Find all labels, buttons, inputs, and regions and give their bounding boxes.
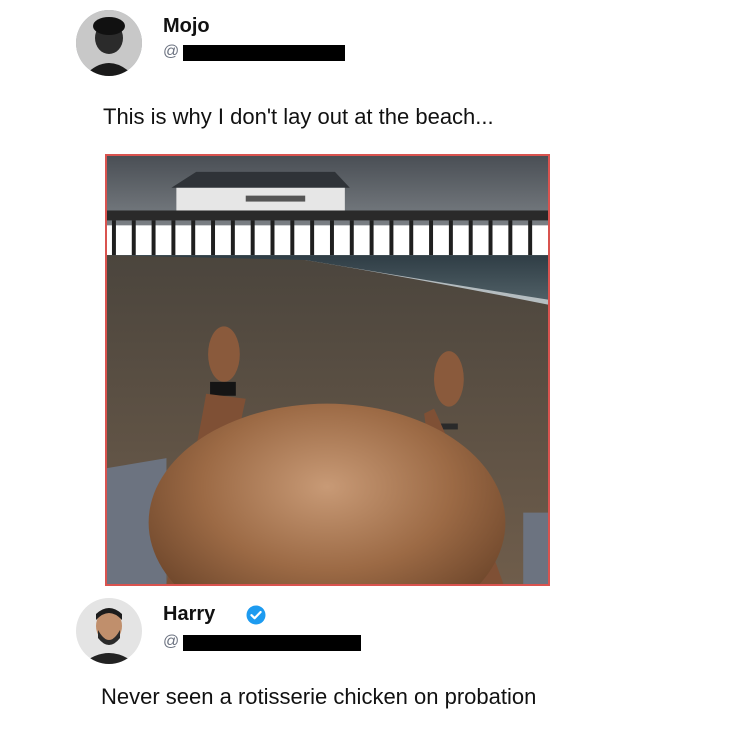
handle-redaction [183,635,361,651]
tweet-mojo: Mojo @ This is why I don't lay out at th… [0,0,736,590]
tweet-harry: Harry @ Never seen a rotisserie chicken … [0,590,736,736]
avatar[interactable] [76,598,142,664]
display-name[interactable]: Harry [163,602,215,626]
handle[interactable]: @ [163,42,179,62]
display-name[interactable]: Mojo [163,14,210,38]
handle[interactable]: @ [163,632,179,652]
tweet-text: Never seen a rotisserie chicken on proba… [101,684,537,709]
avatar[interactable] [76,10,142,76]
handle-redaction [183,45,345,61]
tweet-text: This is why I don't lay out at the beach… [103,104,494,129]
verified-badge-icon [246,605,266,625]
beach-photo-image[interactable] [105,154,550,586]
